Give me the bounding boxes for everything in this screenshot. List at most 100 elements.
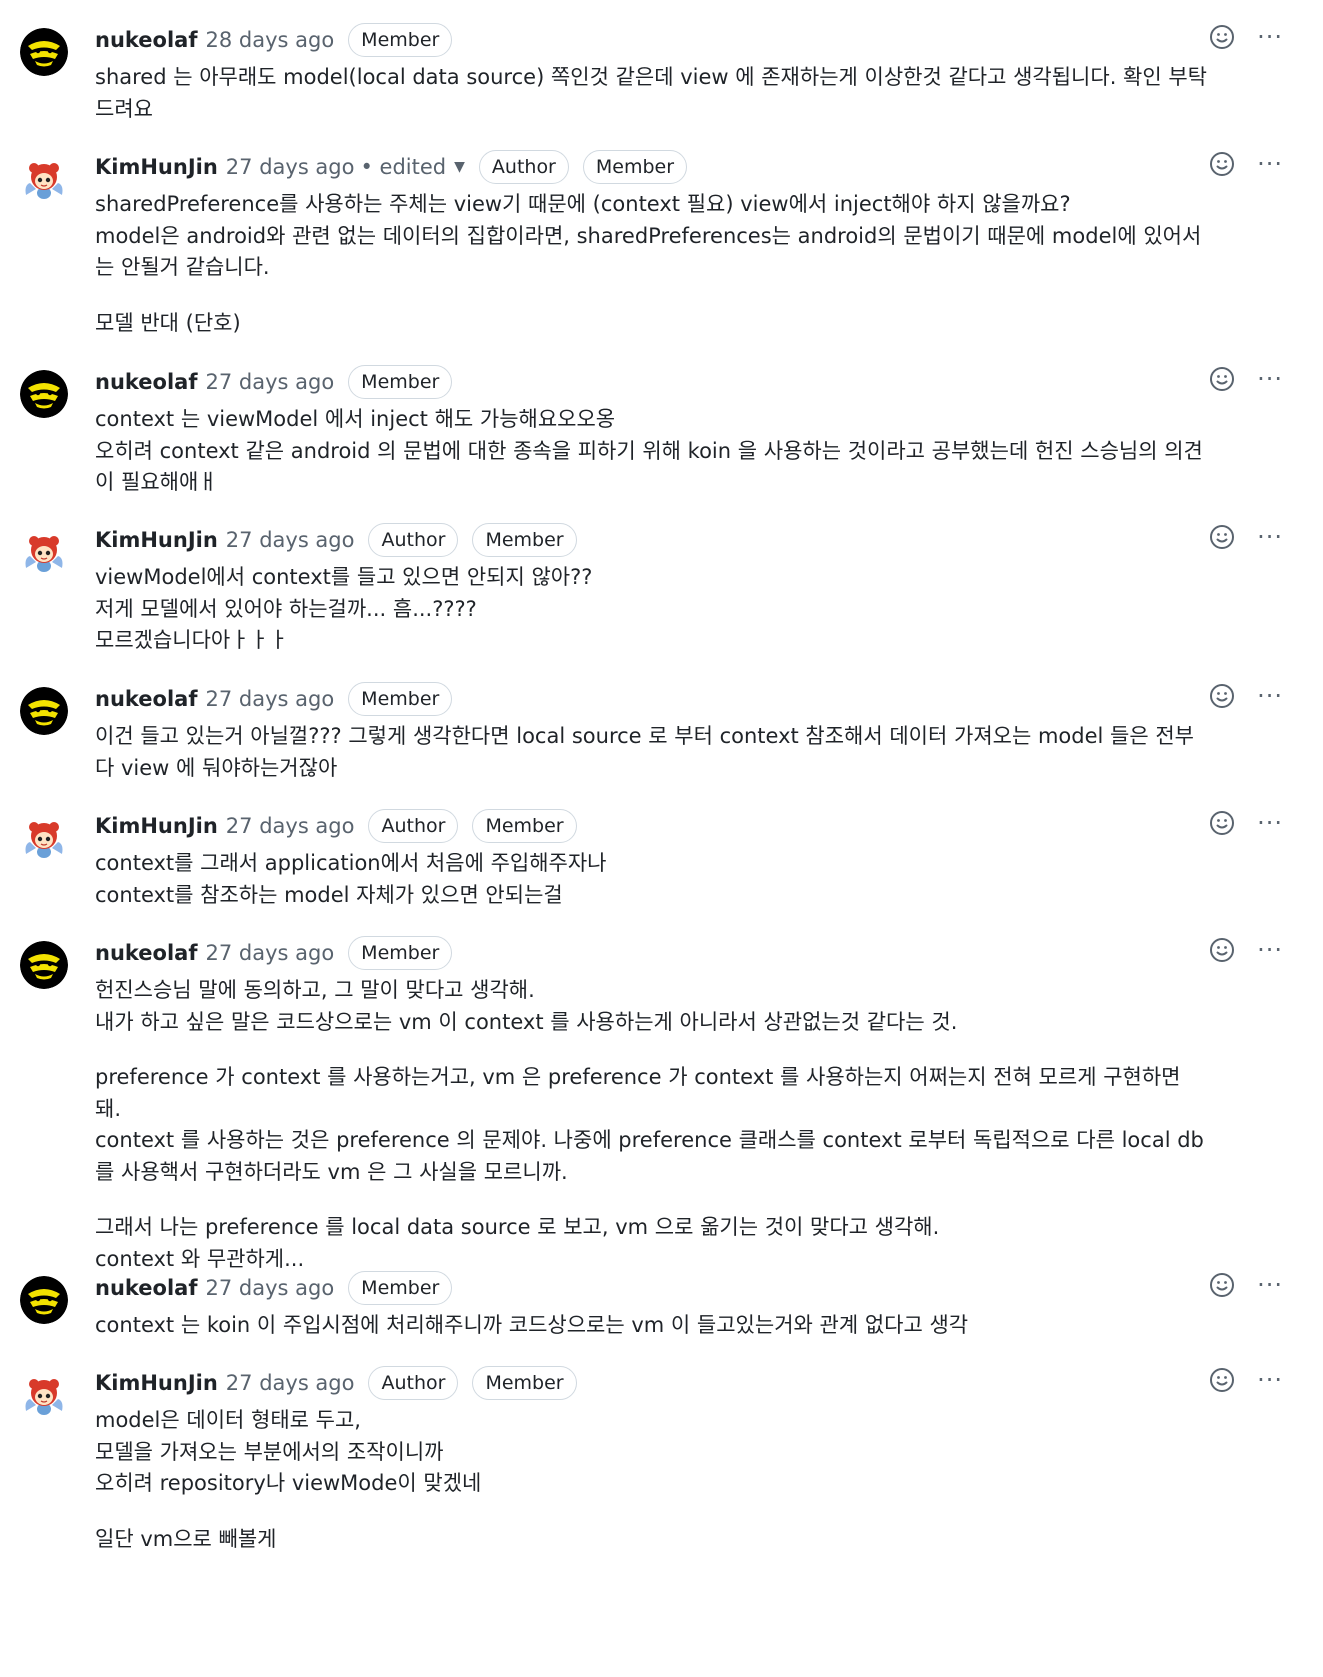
author-link[interactable]: KimHunJin	[95, 152, 218, 182]
comment-header: KimHunJin 27 days ago Author Member	[95, 518, 1213, 562]
triangle-down-icon: ▼	[454, 159, 465, 175]
comment-line: 모델 반대 (단호)	[95, 310, 241, 335]
author-badge: Author	[368, 523, 459, 557]
comment-line: 모델을 가져오는 부분에서의 조작이니까	[95, 1439, 444, 1464]
comment: nukeolaf 27 days ago Member ··· context 는 ko…	[0, 1266, 1323, 1342]
kebab-horizontal-icon[interactable]: ···	[1257, 366, 1283, 392]
comment-line: 오히려 context 같은 android 의 문법에 대한 종속을 피하기 …	[95, 438, 1203, 495]
kebab-horizontal-icon[interactable]: ···	[1257, 683, 1283, 709]
comment-line: context 는 koin 이 주입시점에 처리해주니까 코드상으로는 vm …	[95, 1313, 969, 1337]
avatar[interactable]	[20, 1276, 68, 1324]
comment: KimHunJin 27 days ago • edited ▼ Author Membe…	[0, 145, 1323, 339]
comment-actions: ···	[1209, 1367, 1283, 1393]
author-link[interactable]: nukeolaf	[95, 367, 197, 397]
edited-indicator[interactable]: • edited ▼	[360, 152, 464, 182]
comment: KimHunJin 27 days ago Author Member ··· viewM…	[0, 518, 1323, 657]
comment-line: context 는 viewModel 에서 inject 해도 가능해요오오옹	[95, 407, 616, 431]
comment-body: 이건 들고 있는거 아닐껄??? 그렇게 생각한다면 local source …	[95, 721, 1213, 784]
author-link[interactable]: nukeolaf	[95, 25, 197, 55]
comment-body: context 는 viewModel 에서 inject 해도 가능해요오오옹…	[95, 404, 1213, 499]
author-link[interactable]: nukeolaf	[95, 684, 197, 714]
comment-line: 저게 모델에서 있어야 하는걸까... 흠...????	[95, 596, 477, 621]
member-badge: Member	[582, 150, 688, 184]
smiley-icon[interactable]	[1209, 810, 1235, 836]
comment-line: shared 는 아무래도 model(local data source) 쪽…	[95, 65, 1208, 121]
comment-line: 오히려 repository나 viewMode이 맞겠네	[95, 1471, 482, 1495]
comment-actions: ···	[1209, 24, 1283, 50]
comment-line: context를 참조하는 model 자체가 있으면 안되는걸	[95, 882, 563, 907]
comment-header: KimHunJin 27 days ago • edited ▼ Author Membe…	[95, 145, 1213, 189]
comment-actions: ···	[1209, 366, 1283, 392]
smiley-icon[interactable]	[1209, 24, 1235, 50]
comment-actions: ···	[1209, 151, 1283, 177]
kebab-horizontal-icon[interactable]: ···	[1257, 937, 1283, 963]
kebab-horizontal-icon[interactable]: ···	[1257, 810, 1283, 836]
smiley-icon[interactable]	[1209, 366, 1235, 392]
author-link[interactable]: nukeolaf	[95, 1273, 197, 1303]
smiley-icon[interactable]	[1209, 1272, 1235, 1298]
comment-line: model은 android와 관련 없는 데이터의 집합이라면, shared…	[95, 223, 1202, 280]
comment-line: model은 데이터 형태로 두고,	[95, 1408, 361, 1432]
kebab-horizontal-icon[interactable]: ···	[1257, 1367, 1283, 1393]
smiley-icon[interactable]	[1209, 937, 1235, 963]
member-badge: Member	[472, 809, 577, 843]
timestamp[interactable]: 27 days ago	[205, 684, 334, 714]
smiley-icon[interactable]	[1209, 683, 1235, 709]
smiley-icon[interactable]	[1209, 151, 1235, 177]
avatar[interactable]	[20, 28, 68, 76]
comment-line: 헌진스승님 말에 동의하고, 그 말이 맞다고 생각해.	[95, 978, 535, 1002]
author-link[interactable]: KimHunJin	[95, 525, 218, 555]
kebab-horizontal-icon[interactable]: ···	[1257, 151, 1283, 177]
timestamp[interactable]: 27 days ago	[205, 938, 334, 968]
comment: KimHunJin 27 days ago Author Member ··· model…	[0, 1361, 1323, 1555]
comment-header: KimHunJin 27 days ago Author Member	[95, 804, 1213, 848]
comment-actions: ···	[1209, 810, 1283, 836]
avatar[interactable]	[20, 814, 68, 862]
comment-header: nukeolaf 27 days ago Member	[95, 677, 1213, 721]
comment-line: 그래서 나는 preference 를 local data source 로 …	[95, 1215, 940, 1239]
timestamp[interactable]: 28 days ago	[205, 25, 334, 55]
comment: nukeolaf 28 days ago Member ··· shared 는 아무래…	[0, 18, 1323, 125]
member-badge: Member	[348, 682, 453, 716]
comment-line: sharedPreference를 사용하는 주체는 view기 때문에 (co…	[95, 192, 1071, 216]
smiley-icon[interactable]	[1209, 524, 1235, 550]
comment-header: nukeolaf 27 days ago Member	[95, 931, 1213, 975]
timestamp[interactable]: 27 days ago	[226, 1368, 355, 1398]
smiley-icon[interactable]	[1209, 1367, 1235, 1393]
comment-header: KimHunJin 27 days ago Author Member	[95, 1361, 1213, 1405]
avatar[interactable]	[20, 1371, 68, 1419]
kebab-horizontal-icon[interactable]: ···	[1257, 1272, 1283, 1298]
avatar[interactable]	[20, 155, 68, 203]
author-badge: Author	[478, 150, 569, 184]
timestamp[interactable]: 27 days ago	[226, 525, 355, 555]
author-link[interactable]: nukeolaf	[95, 938, 197, 968]
avatar[interactable]	[20, 528, 68, 576]
author-link[interactable]: KimHunJin	[95, 811, 218, 841]
member-badge: Member	[472, 523, 577, 557]
avatar[interactable]	[20, 941, 68, 989]
comment: nukeolaf 27 days ago Member ··· 헌진스승님 말에 동의하…	[0, 931, 1323, 1275]
avatar[interactable]	[20, 687, 68, 735]
author-link[interactable]: KimHunJin	[95, 1368, 218, 1398]
comment-header: nukeolaf 27 days ago Member	[95, 1266, 1213, 1310]
kebab-horizontal-icon[interactable]: ···	[1257, 24, 1283, 50]
comment-body: viewModel에서 context를 들고 있으면 안되지 않아?? 저게 모…	[95, 562, 1213, 657]
kebab-horizontal-icon[interactable]: ···	[1257, 524, 1283, 550]
timestamp[interactable]: 27 days ago	[205, 367, 334, 397]
member-badge: Member	[348, 1271, 453, 1305]
comment-line: viewModel에서 context를 들고 있으면 안되지 않아??	[95, 565, 593, 589]
member-badge: Member	[348, 365, 453, 399]
comment-line: 내가 하고 싶은 말은 코드상으로는 vm 이 context 를 사용하는게 …	[95, 1009, 958, 1034]
timestamp[interactable]: 27 days ago	[226, 811, 355, 841]
comment-actions: ···	[1209, 683, 1283, 709]
timestamp[interactable]: 27 days ago	[205, 1273, 334, 1303]
timestamp[interactable]: 27 days ago	[226, 152, 355, 182]
comment: nukeolaf 27 days ago Member ··· context 는 vi…	[0, 360, 1323, 499]
comment-line: preference 가 context 를 사용하는거고, vm 은 pref…	[95, 1065, 1181, 1121]
avatar[interactable]	[20, 370, 68, 418]
comment-actions: ···	[1209, 937, 1283, 963]
